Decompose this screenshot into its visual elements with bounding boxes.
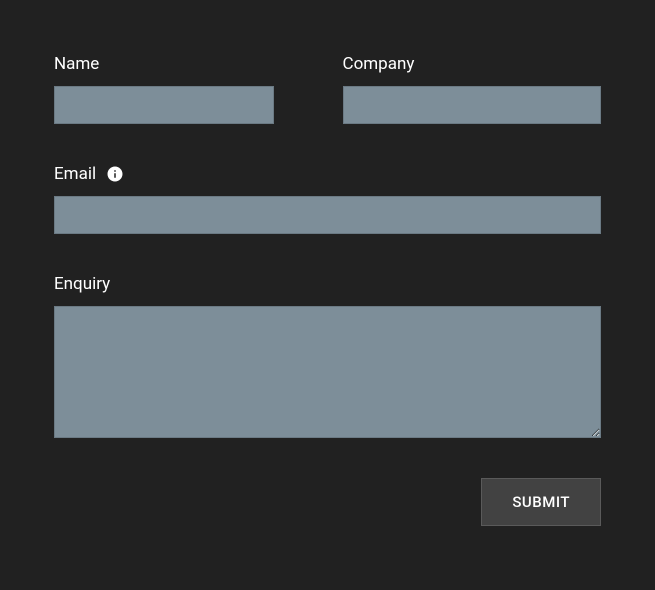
submit-button[interactable]: SUBMIT: [481, 478, 601, 526]
company-label-row: Company: [343, 54, 602, 74]
form-row-2: Email: [54, 164, 601, 234]
email-field: Email: [54, 164, 601, 234]
button-row: SUBMIT: [54, 478, 601, 526]
email-label-row: Email: [54, 164, 601, 184]
form-row-1: Name Company: [54, 54, 601, 124]
company-input[interactable]: [343, 86, 602, 124]
info-icon[interactable]: [106, 165, 124, 183]
name-label-row: Name: [54, 54, 313, 74]
contact-form: Name Company Email: [24, 24, 631, 526]
company-label: Company: [343, 54, 415, 74]
company-field: Company: [343, 54, 602, 124]
enquiry-field: Enquiry: [54, 274, 601, 438]
enquiry-label: Enquiry: [54, 274, 110, 294]
enquiry-textarea[interactable]: [54, 306, 601, 438]
name-input[interactable]: [54, 86, 274, 124]
name-label: Name: [54, 54, 99, 74]
email-label: Email: [54, 164, 96, 184]
form-row-3: Enquiry: [54, 274, 601, 438]
contact-form-panel: Name Company Email: [0, 0, 655, 590]
enquiry-label-row: Enquiry: [54, 274, 601, 294]
email-input[interactable]: [54, 196, 601, 234]
name-field: Name: [54, 54, 313, 124]
